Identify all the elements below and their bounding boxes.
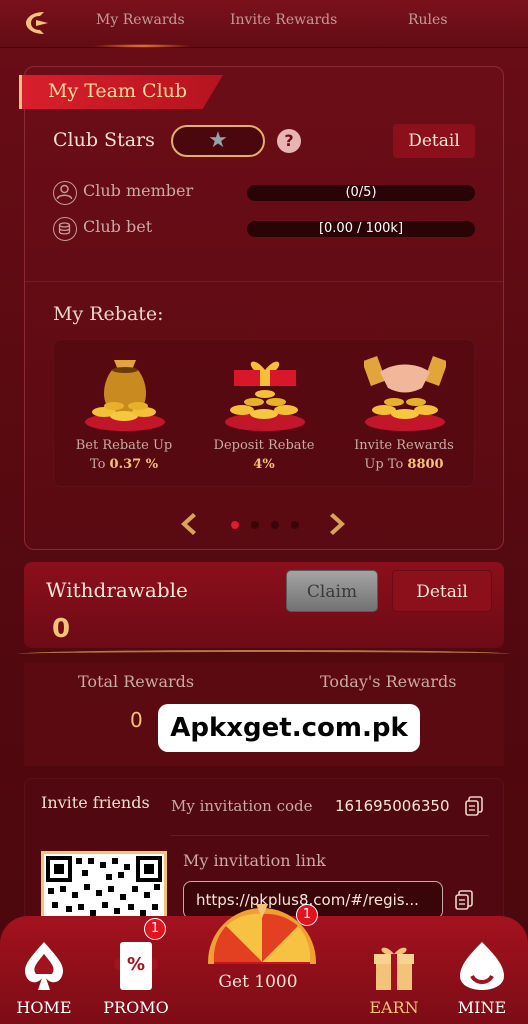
- rewards-summary: Total Rewards Today's Rewards 0 Apkxget.…: [24, 662, 504, 766]
- invitation-code-label: My invitation code: [171, 797, 313, 815]
- nav-home[interactable]: HOME: [0, 940, 88, 1024]
- rebate-invite-line2: Up To 8800: [364, 457, 444, 472]
- handshake-icon: [364, 356, 446, 431]
- divider: [171, 835, 489, 836]
- gift-icon: [374, 947, 414, 990]
- mine-profile-icon: [460, 942, 504, 990]
- back-logo-icon: [26, 12, 48, 34]
- total-rewards-value: 0: [130, 708, 143, 732]
- rebate-item-invite[interactable]: Invite Rewards Up To 8800: [334, 340, 474, 488]
- invitation-link-label: My invitation link: [183, 851, 326, 870]
- chevron-right-icon[interactable]: [327, 511, 349, 537]
- invite-friends-title: Invite friends: [41, 793, 150, 812]
- nav-mine-label: MINE: [457, 998, 507, 1017]
- club-member-progress: (0/5): [247, 185, 475, 201]
- ornament-divider: [18, 650, 510, 658]
- top-nav: My Rewards Invite Rewards Rules: [0, 0, 528, 48]
- rebate-carousel[interactable]: Bet Rebate Up To 0.37 % Deposit Rebate 4…: [53, 339, 475, 487]
- active-tab-indicator: [92, 44, 192, 48]
- rebate-deposit-line2: 4%: [253, 457, 275, 472]
- get-reward-label[interactable]: Get 1000: [200, 972, 316, 992]
- total-rewards-label: Total Rewards: [78, 672, 195, 691]
- chevron-left-icon[interactable]: [177, 511, 199, 537]
- copy-icon[interactable]: [463, 795, 485, 817]
- tab-rules[interactable]: Rules: [408, 12, 448, 28]
- nav-mine[interactable]: MINE: [438, 940, 526, 1024]
- page-dot[interactable]: [231, 521, 239, 529]
- nav-earn-label: EARN: [369, 998, 419, 1017]
- withdrawable-card: Withdrawable 0 Claim Detail: [24, 562, 504, 648]
- promo-badge: 1: [144, 918, 166, 940]
- tab-my-rewards[interactable]: My Rewards: [96, 12, 185, 28]
- home-spade-icon: [24, 942, 64, 990]
- page-dot[interactable]: [271, 521, 279, 529]
- club-bet-label: Club bet: [83, 217, 153, 236]
- page-dot[interactable]: [251, 521, 259, 529]
- rebate-item-bet[interactable]: Bet Rebate Up To 0.37 %: [54, 340, 194, 488]
- star-icon: ★: [208, 128, 228, 153]
- nav-promo[interactable]: % PROMO: [92, 940, 180, 1024]
- watermark-overlay: Apkxget.com.pk: [158, 704, 420, 752]
- rebate-item-deposit[interactable]: Deposit Rebate 4%: [194, 340, 334, 488]
- nav-promo-label: PROMO: [103, 998, 169, 1017]
- club-stars-badge: ★: [171, 125, 265, 157]
- team-club-banner: My Team Club: [19, 75, 223, 109]
- tab-invite-rewards[interactable]: Invite Rewards: [230, 12, 337, 28]
- todays-rewards-label: Today's Rewards: [320, 672, 457, 691]
- club-member-label: Club member: [83, 181, 194, 200]
- rebate-invite-line1: Invite Rewards: [354, 438, 454, 453]
- rebate-deposit-line1: Deposit Rebate: [213, 438, 315, 453]
- withdraw-detail-button[interactable]: Detail: [392, 570, 492, 612]
- rebate-bet-line1: Bet Rebate Up: [75, 438, 173, 453]
- qr-code: [41, 851, 167, 923]
- rebate-title: My Rebate:: [53, 303, 164, 325]
- nav-earn[interactable]: EARN: [350, 940, 438, 1024]
- qr-code-icon: [46, 856, 162, 923]
- club-stars-label: Club Stars: [53, 129, 155, 151]
- rebate-bet-line2: To 0.37 %: [89, 457, 159, 472]
- nav-home-label: HOME: [16, 998, 72, 1017]
- page-dot[interactable]: [291, 521, 299, 529]
- copy-icon[interactable]: [453, 889, 475, 911]
- team-club-card: My Team Club Club Stars ★ ? Detail Club …: [19, 66, 504, 550]
- claim-button[interactable]: Claim: [286, 570, 378, 612]
- back-button[interactable]: [22, 8, 52, 38]
- invitation-code-value: 161695006350: [335, 797, 450, 815]
- withdrawable-label: Withdrawable: [46, 578, 188, 602]
- wheel-badge: 1: [296, 904, 318, 926]
- club-bet-progress: [0.00 / 100k]: [247, 221, 475, 237]
- club-detail-button[interactable]: Detail: [393, 124, 475, 158]
- team-club-title: My Team Club: [48, 80, 188, 102]
- member-icon: [53, 181, 77, 205]
- withdrawable-value: 0: [52, 614, 71, 644]
- svg-text:%: %: [127, 954, 145, 975]
- divider: [25, 281, 503, 282]
- page: My Rewards Invite Rewards Rules My Team …: [0, 0, 528, 1024]
- money-bag-icon: [85, 360, 165, 431]
- help-icon[interactable]: ?: [277, 129, 301, 153]
- promo-ticket-icon: %: [114, 942, 158, 990]
- coin-stack-icon: [53, 217, 77, 241]
- gift-box-icon: [225, 361, 305, 431]
